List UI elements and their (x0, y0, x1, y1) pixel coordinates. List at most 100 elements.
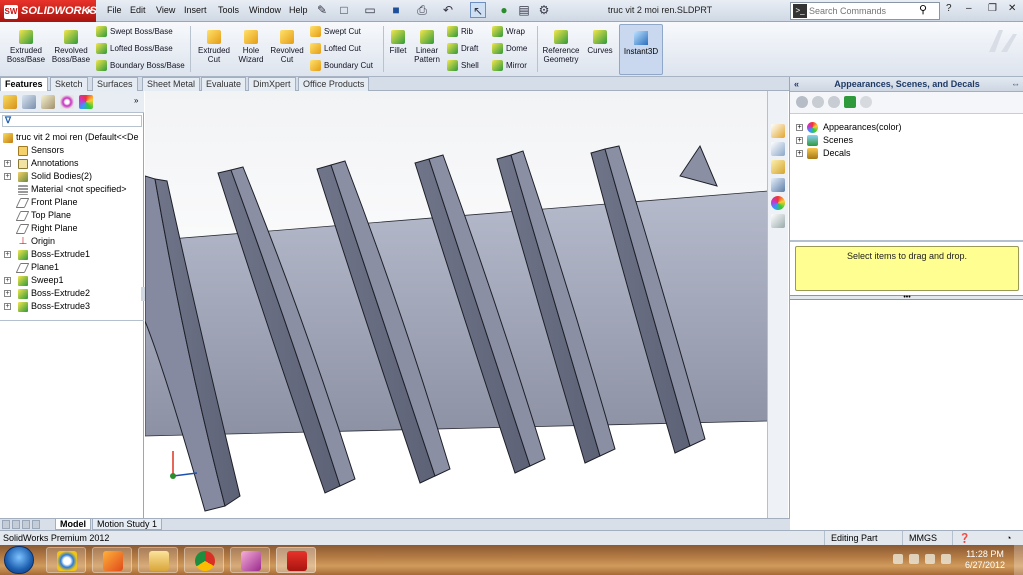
pin-icon[interactable]: ✎ (314, 2, 330, 18)
pane-splitter[interactable]: ••• (790, 294, 1023, 301)
custom-properties-icon[interactable] (771, 214, 785, 228)
units-selector[interactable]: MMGS (902, 531, 952, 545)
graphics-area[interactable]: ⊕ ⊗ ↺ ◧ ▦ ◪ ◈ ◉ ❖ ▣ (145, 91, 768, 521)
boundary-boss-button[interactable]: Boundary Boss/Base (96, 60, 185, 72)
open-folder-icon[interactable]: ▭ (362, 2, 378, 18)
pin-pane-icon[interactable]: ⇔ (1011, 77, 1020, 92)
menu-insert[interactable]: Insert (184, 5, 207, 15)
undo-icon[interactable]: ↶ (440, 2, 456, 18)
taskbar-clock[interactable]: 11:28 PM 6/27/2012 (960, 549, 1010, 571)
menu-arrow-icon[interactable]: ► (86, 0, 94, 22)
print-icon[interactable]: ⎙ (414, 2, 430, 18)
shell-button[interactable]: Shell (447, 60, 479, 72)
file-properties-icon[interactable]: ▤ (516, 2, 532, 18)
revolved-boss-button[interactable]: Revolved Boss/Base (50, 30, 92, 64)
search-commands-box[interactable]: >_ ⚲ (790, 2, 940, 20)
tree-filter-field[interactable]: ∇ (2, 115, 142, 127)
tab-model[interactable]: Model (55, 519, 91, 530)
show-desktop-button[interactable] (1014, 545, 1023, 575)
configuration-manager-icon[interactable] (41, 95, 55, 109)
lofted-boss-button[interactable]: Lofted Boss/Base (96, 43, 173, 55)
tab-sheet-metal[interactable]: Sheet Metal (142, 77, 201, 91)
expand-icon[interactable]: + (4, 251, 11, 258)
hole-wizard-button[interactable]: Hole Wizard (234, 30, 268, 64)
menu-view[interactable]: View (156, 5, 175, 15)
tray-up-arrow-icon[interactable] (893, 554, 903, 564)
revolved-cut-button[interactable]: Revolved Cut (268, 30, 306, 64)
curves-button[interactable]: Curves (584, 30, 616, 55)
options-icon[interactable]: ⚙ (536, 2, 552, 18)
expand-icon[interactable]: + (796, 137, 803, 144)
minimize-icon[interactable]: – (966, 3, 972, 14)
linear-pattern-button[interactable]: Linear Pattern (410, 30, 444, 64)
expand-icon[interactable]: + (4, 290, 11, 297)
expand-icon[interactable]: + (796, 150, 803, 157)
taskbar-messenger[interactable] (230, 547, 270, 573)
folder-up-icon[interactable] (828, 96, 840, 108)
taskbar-explorer[interactable] (138, 547, 178, 573)
help-icon[interactable]: ? (946, 3, 952, 14)
swept-boss-button[interactable]: Swept Boss/Base (96, 26, 173, 38)
dimxpert-manager-icon[interactable] (60, 95, 74, 109)
collapse-arrows-icon[interactable]: « (794, 77, 799, 92)
wrap-button[interactable]: Wrap (492, 26, 525, 38)
expand-icon[interactable]: + (4, 160, 11, 167)
rebuild-traffic-light-icon[interactable]: ● (496, 2, 512, 18)
tab-office-products[interactable]: Office Products (298, 77, 370, 91)
expand-arrow-icon[interactable]: » (134, 96, 138, 105)
file-explorer-icon[interactable] (771, 160, 785, 174)
tab-surfaces[interactable]: Surfaces (92, 77, 138, 91)
tab-features[interactable]: Features (0, 77, 48, 91)
back-icon[interactable] (796, 96, 808, 108)
solidworks-resources-icon[interactable] (771, 124, 785, 138)
design-library-icon[interactable] (771, 142, 785, 156)
restore-icon[interactable]: ❐ (988, 3, 997, 14)
tab-evaluate[interactable]: Evaluate (201, 77, 247, 91)
extruded-cut-button[interactable]: Extruded Cut (194, 30, 234, 64)
taskbar-solidworks[interactable] (276, 547, 316, 573)
menu-file[interactable]: File (107, 5, 122, 15)
menu-edit[interactable]: Edit (130, 5, 146, 15)
move-up-icon[interactable] (860, 96, 872, 108)
status-help-icon[interactable]: ❓ (952, 531, 982, 545)
property-manager-icon[interactable] (22, 95, 36, 109)
instant3d-button[interactable]: Instant3D (619, 24, 663, 75)
draft-button[interactable]: Draft (447, 43, 478, 55)
search-icon[interactable]: ⚲ (919, 3, 927, 16)
tab-sketch[interactable]: Sketch (50, 77, 88, 91)
new-document-icon[interactable]: □ (336, 2, 352, 18)
forward-icon[interactable] (812, 96, 824, 108)
windows-start-icon[interactable] (4, 546, 34, 574)
last-tab-icon[interactable] (32, 520, 40, 529)
appearances-icon[interactable] (771, 196, 785, 210)
heads-up-view-toolbar[interactable]: ⊕ ⊗ ↺ ◧ ▦ ◪ ◈ ◉ ❖ ▣ (478, 91, 603, 93)
menu-tools[interactable]: Tools (218, 5, 239, 15)
boundary-cut-button[interactable]: Boundary Cut (310, 60, 373, 72)
next-tab-icon[interactable] (22, 520, 30, 529)
refresh-icon[interactable] (844, 96, 856, 108)
tray-network-icon[interactable] (925, 554, 935, 564)
tray-flag-icon[interactable] (909, 554, 919, 564)
expand-icon[interactable]: + (4, 277, 11, 284)
solidworks-logo[interactable]: SW SOLIDWORKS ► (0, 0, 97, 22)
menu-window[interactable]: Window (249, 5, 281, 15)
taskbar-chrome[interactable] (184, 547, 224, 573)
swept-cut-button[interactable]: Swept Cut (310, 26, 361, 38)
rib-button[interactable]: Rib (447, 26, 473, 38)
reference-geometry-button[interactable]: Reference Geometry (540, 30, 582, 64)
prev-tab-icon[interactable] (12, 520, 20, 529)
extruded-boss-button[interactable]: Extruded Boss/Base (4, 30, 48, 64)
tray-volume-icon[interactable] (941, 554, 951, 564)
mirror-button[interactable]: Mirror (492, 60, 527, 72)
tab-motion-study-1[interactable]: Motion Study 1 (92, 519, 163, 530)
view-palette-icon[interactable] (771, 178, 785, 192)
tab-dimxpert[interactable]: DimXpert (248, 77, 296, 91)
expand-icon[interactable]: + (4, 303, 11, 310)
first-tab-icon[interactable] (2, 520, 10, 529)
save-icon[interactable]: ■ (388, 2, 404, 18)
dome-button[interactable]: Dome (492, 43, 527, 55)
expand-icon[interactable]: + (796, 124, 803, 131)
search-input[interactable] (809, 4, 919, 18)
fillet-button[interactable]: Fillet (386, 30, 410, 55)
taskbar-ie[interactable] (46, 547, 86, 573)
